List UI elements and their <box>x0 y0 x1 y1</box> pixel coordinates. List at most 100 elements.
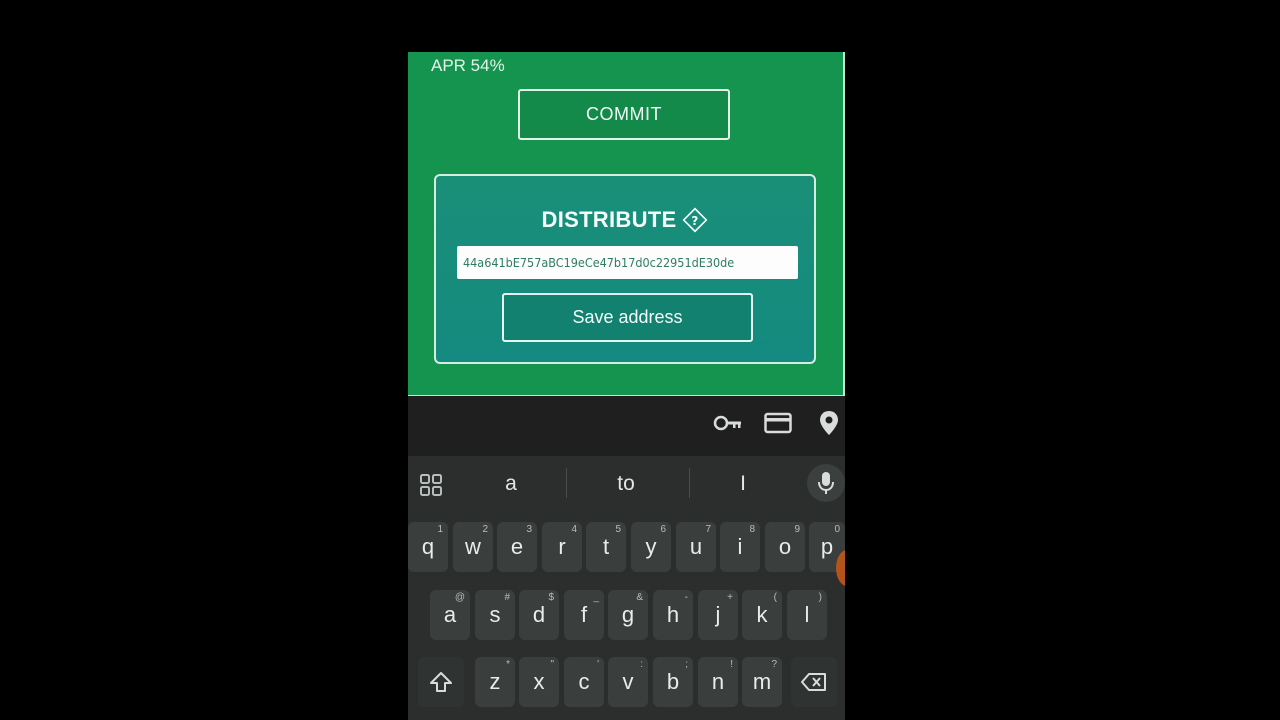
distribute-heading: DISTRIBUTE ? <box>436 206 814 234</box>
key-hint: & <box>636 592 643 603</box>
key-label: r <box>558 534 566 559</box>
key-hint: 0 <box>834 524 840 535</box>
key-f[interactable]: f _ <box>564 590 604 640</box>
key-i[interactable]: i8 <box>720 522 760 572</box>
key-hint: @ <box>454 592 465 603</box>
key-hint: 3 <box>526 524 532 535</box>
key-m[interactable]: m? <box>742 657 782 707</box>
backspace-icon <box>801 673 826 691</box>
key-o[interactable]: o9 <box>765 522 805 572</box>
suggestion-3[interactable]: I <box>713 472 773 496</box>
key-label: g <box>621 602 635 627</box>
key-label: x <box>533 669 545 694</box>
key-label: n <box>711 669 725 694</box>
key-label: o <box>778 534 792 559</box>
shift-key[interactable] <box>418 657 464 707</box>
address-input[interactable] <box>457 246 798 279</box>
key-hint: $ <box>548 592 554 603</box>
key-t[interactable]: t5 <box>586 522 626 572</box>
key-x[interactable]: x " <box>519 657 559 707</box>
key-label: u <box>689 534 703 559</box>
distribute-card: DISTRIBUTE ? Save address <box>434 174 816 364</box>
key-hint: + <box>727 592 733 603</box>
key-hint: 2 <box>482 524 488 535</box>
key-hint: 8 <box>749 524 755 535</box>
key-hint: ) <box>818 592 822 603</box>
key-c[interactable]: c ' <box>564 657 604 707</box>
key-s[interactable]: s # <box>475 590 515 640</box>
microphone-icon[interactable] <box>807 464 845 502</box>
key-hint: - <box>684 592 688 603</box>
key-q[interactable]: q1 <box>408 522 448 572</box>
backspace-key[interactable] <box>791 657 837 707</box>
key-label: q <box>421 534 435 559</box>
key-label: y <box>645 534 657 559</box>
key-label: v <box>622 669 634 694</box>
save-address-button[interactable]: Save address <box>502 293 753 342</box>
app-panel: APR 54% COMMIT DISTRIBUTE ? Save address <box>408 52 845 396</box>
key-v[interactable]: v: <box>608 657 648 707</box>
key-hint: # <box>504 592 510 603</box>
key-hint: ( <box>773 592 777 603</box>
key-d[interactable]: d $ <box>519 590 559 640</box>
key-label: p <box>820 534 834 559</box>
key-hint: ? <box>771 659 777 670</box>
key-label: e <box>510 534 524 559</box>
key-hint: * <box>506 659 510 670</box>
key-r[interactable]: r4 <box>542 522 582 572</box>
key-label: h <box>666 602 680 627</box>
key-hint: ' <box>597 659 599 670</box>
key-label: i <box>737 534 743 559</box>
key-z[interactable]: z * <box>475 657 515 707</box>
key-label: j <box>715 602 721 627</box>
key-hint: _ <box>593 592 599 603</box>
key-hint: " <box>550 659 554 670</box>
key-hint: 6 <box>660 524 666 535</box>
apps-grid-icon[interactable] <box>418 472 444 498</box>
key-u[interactable]: u7 <box>676 522 716 572</box>
svg-text:?: ? <box>691 214 698 228</box>
key-n[interactable]: n! <box>698 657 738 707</box>
commit-button[interactable]: COMMIT <box>518 89 730 140</box>
key-e[interactable]: e3 <box>497 522 537 572</box>
key-hint: ! <box>730 659 733 670</box>
key-hint: 7 <box>705 524 711 535</box>
suggestion-divider <box>566 468 567 498</box>
suggestion-divider <box>689 468 690 498</box>
key-label: w <box>465 534 481 559</box>
key-label: k <box>756 602 768 627</box>
key-hint: : <box>640 659 643 670</box>
key-label: z <box>489 669 501 694</box>
credit-card-icon[interactable] <box>762 408 794 438</box>
suggestion-2[interactable]: to <box>596 472 656 496</box>
key-label: t <box>602 534 610 559</box>
key-label: b <box>666 669 680 694</box>
key-label: l <box>804 602 810 627</box>
key-j[interactable]: j + <box>698 590 738 640</box>
shift-icon <box>430 672 452 692</box>
key-w[interactable]: w2 <box>453 522 493 572</box>
key-label: a <box>443 602 457 627</box>
suggestion-1[interactable]: a <box>481 472 541 496</box>
key-hint: 5 <box>615 524 621 535</box>
key-l[interactable]: l) <box>787 590 827 640</box>
autofill-bar <box>408 396 845 456</box>
key-y[interactable]: y6 <box>631 522 671 572</box>
location-pin-icon[interactable] <box>813 408 845 438</box>
key-g[interactable]: g & <box>608 590 648 640</box>
key-k[interactable]: k( <box>742 590 782 640</box>
apr-label: APR 54% <box>431 56 505 75</box>
help-icon[interactable]: ? <box>681 206 709 234</box>
key-label: f <box>580 602 588 627</box>
key-h[interactable]: h- <box>653 590 693 640</box>
key-hint: 4 <box>571 524 577 535</box>
key-label: s <box>489 602 501 627</box>
key-hint: 9 <box>794 524 800 535</box>
suggestion-strip: a to I <box>408 456 845 514</box>
key-a[interactable]: a @ <box>430 590 470 640</box>
phone-screen: APR 54% COMMIT DISTRIBUTE ? Save address <box>408 52 845 720</box>
key-label: d <box>532 602 546 627</box>
key-b[interactable]: b; <box>653 657 693 707</box>
key-icon[interactable] <box>712 408 744 438</box>
key-hint: 1 <box>437 524 443 535</box>
